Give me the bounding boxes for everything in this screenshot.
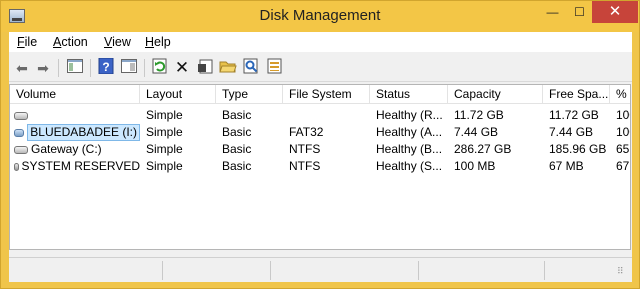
menu-help-label: elp: [154, 35, 171, 49]
file-system-cell: FAT32: [289, 125, 324, 139]
menu-file-label: ile: [24, 35, 38, 49]
free-space-cell: 185.96 GB: [549, 142, 607, 156]
arrow-left-icon[interactable]: ⬅: [12, 58, 32, 78]
resize-grip-icon[interactable]: ⠿: [617, 267, 629, 280]
free-space-cell: 67 MB: [549, 159, 584, 173]
menu-help-mnemonic: H: [145, 35, 155, 49]
capacity-cell: 7.44 GB: [454, 125, 499, 139]
layout-cell: Simple: [146, 125, 183, 139]
arrow-right-icon[interactable]: ➡: [33, 58, 53, 78]
capacity-cell: 286.27 GB: [454, 142, 512, 156]
volume-name: SYSTEM RESERVED: [21, 159, 140, 173]
status-separator: [270, 261, 271, 280]
menu-file[interactable]: File: [17, 35, 37, 49]
status-separator: [162, 261, 163, 280]
toolbar-separator: [90, 59, 91, 77]
table-row[interactable]: Gateway (C:) Simple Basic NTFS Healthy (…: [10, 141, 630, 158]
disk-icon: [14, 111, 28, 120]
menu-help[interactable]: Help: [145, 35, 171, 49]
menu-view-label: iew: [112, 35, 131, 49]
toolbar-separator: [144, 59, 145, 77]
open-folder-icon[interactable]: [218, 58, 238, 78]
status-bar: ⠿: [9, 257, 632, 282]
status-separator: [544, 261, 545, 280]
title-bar[interactable]: Disk Management — ☐ ✕: [1, 1, 639, 32]
column-header-status[interactable]: Status: [370, 85, 448, 104]
client-area: File Action View Help ⬅ ➡ ? ✕ Volume Lay…: [9, 32, 632, 282]
column-header-free-space[interactable]: Free Spa...: [543, 85, 610, 104]
menu-view-mnemonic: V: [104, 35, 113, 49]
column-header-capacity[interactable]: Capacity: [448, 85, 543, 104]
percent-free-cell: 67: [616, 159, 630, 173]
status-cell: Healthy (A...: [376, 125, 443, 139]
show-hide-console-tree-icon[interactable]: [65, 58, 85, 78]
status-cell: Healthy (R...: [376, 108, 443, 122]
status-cell: Healthy (S...: [376, 159, 443, 173]
usb-drive-icon: [14, 128, 25, 137]
menu-view[interactable]: View: [104, 35, 131, 49]
percent-free-cell: 100: [616, 108, 630, 122]
capacity-cell: 100 MB: [454, 159, 496, 173]
volume-cell: BLUEDABADEE (I:): [14, 124, 140, 141]
disk-management-window: Disk Management — ☐ ✕ File Action View H…: [0, 0, 640, 289]
table-row[interactable]: Simple Basic Healthy (R... 11.72 GB 11.7…: [10, 107, 630, 124]
toolbar: ⬅ ➡ ? ✕: [9, 54, 632, 82]
refresh-icon[interactable]: [150, 58, 170, 78]
disk-icon: [14, 162, 19, 171]
table-row[interactable]: SYSTEM RESERVED Simple Basic NTFS Health…: [10, 158, 630, 175]
table-row[interactable]: BLUEDABADEE (I:) Simple Basic FAT32 Heal…: [10, 124, 630, 141]
layout-cell: Simple: [146, 159, 183, 173]
type-cell: Basic: [222, 159, 252, 173]
status-cell: Healthy (B...: [376, 142, 443, 156]
menu-action[interactable]: Action: [53, 35, 88, 49]
file-system-cell: NTFS: [289, 159, 321, 173]
status-separator: [418, 261, 419, 280]
free-space-cell: 7.44 GB: [549, 125, 594, 139]
properties-panel-icon[interactable]: [119, 58, 139, 78]
toolbar-separator: [58, 59, 59, 77]
explore-icon[interactable]: [241, 58, 261, 78]
free-space-cell: 11.72 GB: [549, 108, 599, 122]
column-header-type[interactable]: Type: [216, 85, 283, 104]
percent-free-cell: 65: [616, 142, 630, 156]
layout-cell: Simple: [146, 142, 183, 156]
help-icon[interactable]: ?: [96, 57, 116, 78]
volume-cell: SYSTEM RESERVED: [14, 158, 140, 175]
disk-icon: [14, 145, 28, 154]
layout-cell: Simple: [146, 108, 183, 122]
capacity-cell: 11.72 GB: [454, 108, 504, 122]
volume-name: Gateway (C:): [31, 142, 102, 156]
volume-name: BLUEDABADEE (I:): [27, 124, 140, 141]
type-cell: Basic: [222, 108, 252, 122]
column-header-file-system[interactable]: File System: [283, 85, 370, 104]
menu-bar: File Action View Help: [9, 32, 632, 52]
minimize-button[interactable]: —: [538, 1, 567, 23]
settings-icon[interactable]: [265, 58, 285, 78]
column-header-percent-free[interactable]: % F: [610, 85, 630, 104]
type-cell: Basic: [222, 125, 252, 139]
column-header-layout[interactable]: Layout: [140, 85, 216, 104]
percent-free-cell: 100: [616, 125, 630, 139]
properties-icon[interactable]: [195, 58, 215, 78]
maximize-button[interactable]: ☐: [565, 1, 594, 23]
menu-action-label: ction: [61, 35, 88, 49]
menu-file-mnemonic: F: [17, 35, 25, 49]
column-header-volume[interactable]: Volume: [10, 85, 140, 104]
volume-list[interactable]: Volume Layout Type File System Status Ca…: [9, 84, 631, 281]
file-system-cell: [289, 107, 370, 124]
volume-cell: Gateway (C:): [14, 141, 140, 158]
file-system-cell: NTFS: [289, 142, 321, 156]
volume-cell: [14, 107, 140, 124]
delete-icon[interactable]: ✕: [172, 58, 192, 78]
list-header: Volume Layout Type File System Status Ca…: [10, 85, 630, 104]
type-cell: Basic: [222, 142, 252, 156]
svg-text:?: ?: [102, 60, 109, 74]
close-button[interactable]: ✕: [592, 1, 638, 23]
